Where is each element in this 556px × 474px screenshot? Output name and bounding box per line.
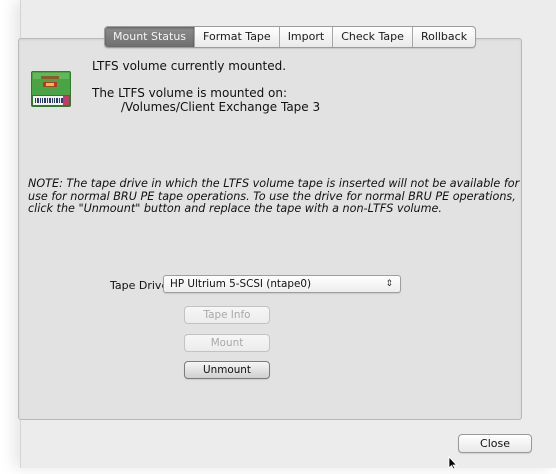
mount-status-message: LTFS volume currently mounted. [92,59,287,73]
close-button[interactable]: Close [458,434,532,453]
tab-mount-status[interactable]: Mount Status [105,27,195,47]
tab-import[interactable]: Import [278,27,333,47]
tape-drive-select[interactable]: HP Ultrium 5-SCSI (ntape0) ⇕ [163,275,401,293]
note-text: NOTE: The tape drive in which the LTFS v… [28,177,520,216]
tab-check-tape[interactable]: Check Tape [332,27,412,47]
tab-rollback[interactable]: Rollback [411,27,475,47]
tape-info-button[interactable]: Tape Info [184,306,270,324]
ltfs-tape-icon [30,68,72,110]
mount-point-label: The LTFS volume is mounted on: [92,86,288,100]
popup-arrows-icon: ⇕ [385,279,393,289]
unmount-button[interactable]: Unmount [184,361,270,379]
tape-drive-selected-value: HP Ultrium 5-SCSI (ntape0) [170,278,312,290]
tab-bar: Mount Status Format Tape Import Check Ta… [104,26,477,48]
mouse-pointer-icon [448,455,458,470]
mount-button[interactable]: Mount [184,334,270,352]
mount-path: /Volumes/Client Exchange Tape 3 [121,100,321,114]
tab-format-tape[interactable]: Format Tape [194,27,279,47]
